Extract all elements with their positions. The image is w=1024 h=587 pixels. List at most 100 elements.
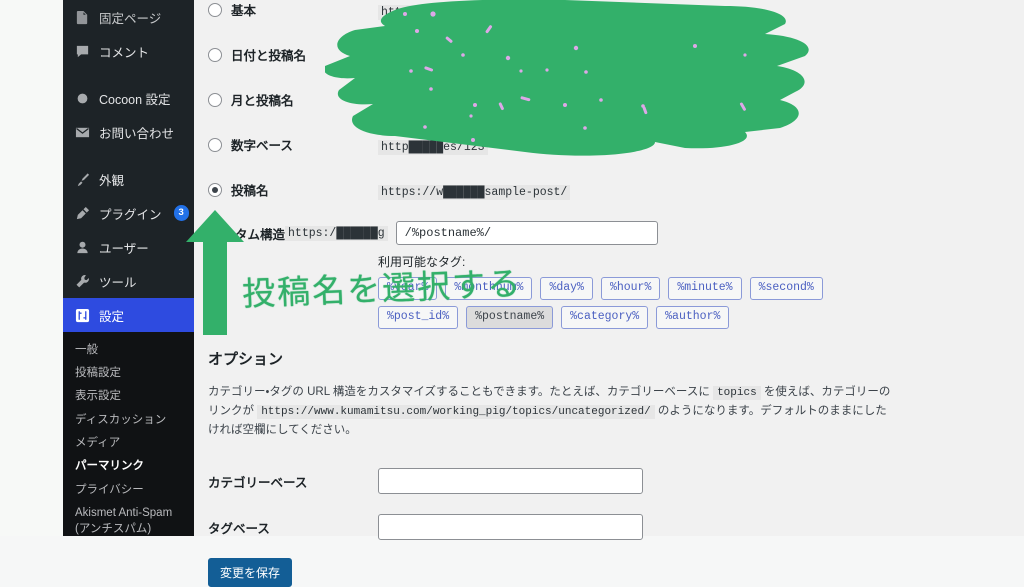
permalink-url-preview: https://w██████sample-post/ (378, 166, 1024, 200)
tag-button-second[interactable]: %second% (749, 277, 823, 300)
sidebar-item-settings[interactable]: 設定 (63, 298, 194, 332)
permalink-url-preview: http█████es/123 (378, 121, 1024, 155)
options-description: カテゴリー・タグの URL 構造をカスタマイズすることもできます。たとえば、カテ… (208, 383, 898, 440)
options-section: オプション カテゴリー・タグの URL 構造をカスタマイズすることもできます。た… (208, 348, 1024, 587)
permalink-settings-content: 基本 https://www.k████████ 日付と投稿名 https███… (194, 0, 1024, 587)
tag-base-label: タグベース (208, 521, 270, 536)
wrench-icon (74, 273, 90, 289)
plugins-update-badge: 3 (173, 205, 189, 221)
tag-base-row: タグベース (208, 504, 1024, 550)
admin-sidebar: 固定ページ コメント Cocoon 設定 お問い合わせ 外観 プラグイン 3 ユ… (63, 0, 194, 536)
sidebar-item-cocoon-settings[interactable]: Cocoon 設定 (63, 81, 194, 115)
radio-post-name[interactable] (208, 182, 222, 197)
plugin-icon (74, 205, 90, 221)
custom-structure-input[interactable] (395, 221, 658, 245)
url-text: https://w██████sample-post/ (378, 185, 571, 200)
tag-button-author[interactable]: %author% (656, 305, 730, 329)
url-text: http█████es/123 (378, 140, 488, 155)
tag-button-hour[interactable]: %hour% (600, 277, 661, 300)
radio-label: カスタム構造 (210, 228, 286, 242)
sidebar-item-label: プラグイン (99, 207, 162, 222)
sidebar-main-group: 外観 プラグイン 3 ユーザー ツール 設定 (63, 162, 194, 332)
appearance-brush-icon (74, 171, 90, 187)
submenu-item-akismet[interactable]: Akismet Anti-Spam (アンチスパム) (63, 502, 194, 536)
permalink-option-row: 投稿名 https://w██████sample-post/ (208, 166, 1024, 211)
category-base-row: カテゴリーベース (208, 458, 1024, 504)
radio-month-and-name[interactable] (208, 92, 222, 107)
user-icon (74, 239, 90, 255)
submenu-item-discussion[interactable]: ディスカッション (63, 408, 194, 431)
sidebar-item-label: コメント (99, 45, 150, 60)
tag-button-postname[interactable]: %postname% (466, 305, 554, 329)
comment-icon (74, 43, 90, 59)
permalink-option-month-and-name[interactable]: 月と投稿名 (208, 76, 378, 109)
radio-label: 数字ベース (231, 139, 293, 153)
permalink-option-post-name[interactable]: 投稿名 (208, 166, 378, 199)
permalink-option-day-and-name[interactable]: 日付と投稿名 (208, 31, 378, 64)
permalink-url-preview: http████████ (378, 76, 1024, 110)
permalink-url-preview: https████████/ (378, 31, 1024, 65)
submenu-item-media[interactable]: メディア (63, 432, 194, 455)
sidebar-item-comments[interactable]: コメント (63, 34, 194, 68)
wordpress-admin-screen: 固定ページ コメント Cocoon 設定 お問い合わせ 外観 プラグイン 3 ユ… (0, 0, 1024, 587)
radio-plain[interactable] (208, 2, 222, 17)
desc-part-1: カテゴリー・タグの URL 構造をカスタマイズすることもできます。たとえば、カテ… (208, 386, 710, 398)
tag-button-post-id[interactable]: %post_id% (378, 305, 459, 329)
category-base-label: カテゴリーベース (208, 475, 308, 490)
save-changes-button[interactable]: 変更を保存 (208, 558, 293, 587)
sidebar-item-pages[interactable]: 固定ページ (63, 0, 194, 34)
radio-numeric[interactable] (208, 137, 222, 152)
radio-label: 日付と投稿名 (231, 49, 307, 63)
permalink-option-row: 数字ベース http█████es/123 (208, 121, 1024, 166)
settings-sliders-icon (74, 307, 90, 323)
permalink-option-row: 日付と投稿名 https████████/ (208, 31, 1024, 76)
radio-custom-structure[interactable] (208, 225, 210, 244)
radio-label: 基本 (231, 4, 257, 18)
available-tags-label: 利用可能なタグ: (378, 255, 466, 269)
permalink-option-numeric[interactable]: 数字ベース (208, 121, 378, 154)
submenu-item-general[interactable]: 一般 (63, 338, 194, 361)
submenu-item-permalinks[interactable]: パーマリンク (63, 455, 194, 478)
sidebar-item-label: Cocoon 設定 (99, 92, 171, 107)
sidebar-item-appearance[interactable]: 外観 (63, 162, 194, 196)
tag-button-minute[interactable]: %minute% (668, 277, 742, 300)
sidebar-item-users[interactable]: ユーザー (63, 230, 194, 264)
tag-button-year[interactable]: %year% (378, 277, 438, 300)
sidebar-item-label: お問い合わせ (99, 126, 175, 141)
sidebar-item-tools[interactable]: ツール (63, 264, 194, 298)
mail-icon (74, 124, 90, 140)
tag-button-monthnum[interactable]: %monthnum% (445, 277, 533, 300)
circle-icon (74, 90, 90, 106)
sidebar-item-label: ユーザー (99, 241, 149, 256)
sidebar-item-contact[interactable]: お問い合わせ (63, 115, 194, 149)
url-text: http████████ (378, 95, 467, 110)
sidebar-mid-group: Cocoon 設定 お問い合わせ (63, 81, 194, 149)
url-text: https████████/ (378, 50, 481, 65)
custom-structure-cell: https:/██████g (285, 211, 1024, 245)
submenu-item-reading[interactable]: 表示設定 (63, 385, 194, 408)
sidebar-item-label: 外観 (99, 173, 125, 188)
permalink-option-custom-row: カスタム構造 https:/██████g (208, 211, 1024, 245)
permalink-option-custom[interactable]: カスタム構造 (208, 211, 285, 244)
submenu-item-privacy[interactable]: プライバシー (63, 478, 194, 501)
permalink-option-row: 基本 https://www.k████████ (208, 0, 1024, 31)
permalink-option-row: 月と投稿名 http████████ (208, 76, 1024, 121)
desc-inline-code-topics: topics (713, 386, 761, 400)
pages-icon (74, 9, 90, 25)
sidebar-item-label: 固定ページ (99, 11, 162, 26)
sidebar-item-label: 設定 (99, 309, 125, 324)
url-text: https://www.k████████ (378, 5, 529, 20)
category-base-input[interactable] (378, 468, 643, 495)
sidebar-item-plugins[interactable]: プラグイン 3 (63, 196, 194, 230)
submenu-item-writing[interactable]: 投稿設定 (63, 361, 194, 384)
tag-base-input[interactable] (378, 514, 643, 541)
left-gutter (0, 0, 63, 536)
sidebar-top-group: 固定ページ コメント (63, 0, 194, 68)
radio-day-and-name[interactable] (208, 47, 222, 62)
permalink-url-preview: https://www.k████████ (378, 0, 1024, 20)
permalink-option-plain[interactable]: 基本 (208, 0, 378, 19)
tag-button-category[interactable]: %category% (561, 305, 649, 329)
radio-label: 投稿名 (231, 184, 269, 198)
tag-button-day[interactable]: %day% (540, 277, 593, 300)
permalink-structure-table: 基本 https://www.k████████ 日付と投稿名 https███… (208, 0, 1024, 329)
